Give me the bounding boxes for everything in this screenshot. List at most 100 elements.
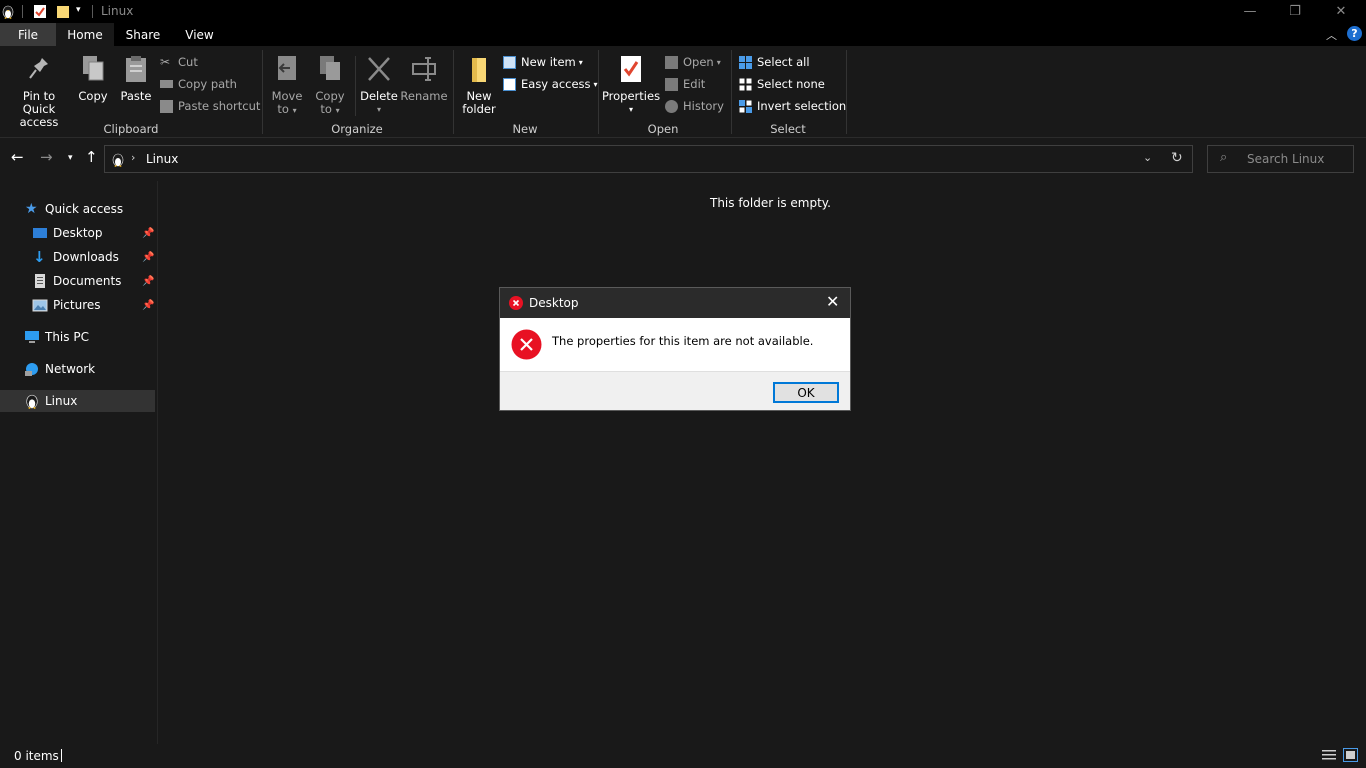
search-box[interactable]: ⌕ Search Linux <box>1207 145 1354 173</box>
nav-this-pc-label: This PC <box>45 330 89 344</box>
close-window-button[interactable]: ✕ <box>1318 0 1364 23</box>
breadcrumb-linux[interactable]: Linux <box>146 152 178 166</box>
new-item-button[interactable]: New item ▾ <box>503 53 583 71</box>
back-arrow-icon[interactable]: ← <box>11 148 24 166</box>
up-arrow-icon[interactable]: ↑ <box>85 148 98 166</box>
tab-file[interactable]: File <box>0 23 56 46</box>
customize-qat-chevron-icon[interactable]: ▾ <box>76 5 81 15</box>
forward-arrow-icon[interactable]: → <box>40 148 53 166</box>
nav-desktop-label: Desktop <box>53 226 103 240</box>
edit-label: Edit <box>683 77 706 91</box>
delete-button[interactable]: Delete ▾ <box>360 54 398 116</box>
delete-chevron-icon: ▾ <box>376 105 381 114</box>
properties-label: Properties <box>601 89 661 103</box>
invert-selection-icon <box>739 99 752 113</box>
nav-linux[interactable]: Linux <box>0 390 155 412</box>
dialog-message: The properties for this item are not ava… <box>552 334 814 348</box>
properties-icon <box>621 56 641 82</box>
move-to-button[interactable]: Move to ▾ <box>270 54 304 117</box>
tab-share[interactable]: Share <box>114 23 172 46</box>
select-all-button[interactable]: Select all <box>739 53 810 71</box>
pictures-icon <box>32 299 48 312</box>
copy-to-label-2-wrap: to ▾ <box>320 103 339 117</box>
clipboard-group-label: Clipboard <box>103 122 159 136</box>
invert-selection-button[interactable]: Invert selection <box>739 97 846 115</box>
breadcrumb-chevron-icon[interactable]: › <box>131 151 135 164</box>
file-list-area[interactable]: This folder is empty. <box>159 181 1366 744</box>
minimize-button[interactable]: — <box>1227 0 1273 23</box>
linux-penguin-icon[interactable] <box>1 4 15 19</box>
pin-icon[interactable]: 📌 <box>142 228 154 239</box>
new-group-label: New <box>512 122 538 136</box>
address-bar[interactable]: › Linux ⌄ ↻ <box>104 145 1193 173</box>
copy-to-chevron-icon: ▾ <box>335 106 340 115</box>
copy-to-button[interactable]: Copy to ▾ <box>313 54 347 117</box>
copy-path-button[interactable]: Copy path <box>160 75 237 93</box>
scissors-icon: ✂ <box>160 54 171 69</box>
paste-shortcut-button[interactable]: Paste shortcut <box>160 97 260 115</box>
nav-this-pc[interactable]: This PC <box>0 326 155 348</box>
new-folder-qat-icon[interactable] <box>56 4 70 19</box>
properties-button[interactable]: Properties ▾ <box>601 54 661 116</box>
paste-label: Paste <box>120 89 152 103</box>
collapse-ribbon-chevron-icon[interactable]: ︿ <box>1326 27 1337 43</box>
restore-button[interactable]: ❐ <box>1272 0 1318 23</box>
group-separator <box>731 50 732 134</box>
new-folder-button[interactable]: New folder <box>460 54 498 116</box>
properties-qat-icon[interactable] <box>33 4 47 19</box>
dialog-close-icon[interactable]: ✕ <box>826 292 839 311</box>
delete-x-icon <box>368 57 390 81</box>
nav-network[interactable]: Network <box>0 358 155 380</box>
recent-locations-chevron-icon[interactable]: ▾ <box>68 153 73 163</box>
documents-icon <box>35 274 45 288</box>
nav-documents[interactable]: Documents 📌 <box>0 270 155 292</box>
rename-button[interactable]: Rename <box>400 54 448 103</box>
rename-icon <box>412 57 436 81</box>
copy-path-label: Copy path <box>178 77 237 91</box>
open-icon <box>665 55 678 69</box>
select-none-button[interactable]: Select none <box>739 75 825 93</box>
nav-desktop[interactable]: Desktop 📌 <box>0 222 155 244</box>
edit-icon <box>665 77 678 91</box>
pin-icon[interactable]: 📌 <box>142 252 154 263</box>
address-history-chevron-icon[interactable]: ⌄ <box>1143 151 1152 164</box>
nav-linux-label: Linux <box>45 394 78 408</box>
delete-label: Delete <box>360 89 398 103</box>
large-icons-view-icon[interactable] <box>1343 748 1358 762</box>
easy-access-button[interactable]: Easy access ▾ <box>503 75 598 93</box>
ok-button[interactable]: OK <box>773 382 839 403</box>
network-icon <box>25 363 38 376</box>
cut-button[interactable]: ✂ Cut <box>160 53 198 71</box>
pin-to-quick-access-button[interactable]: Pin to Quick access <box>6 54 72 129</box>
nav-downloads[interactable]: ↓ Downloads 📌 <box>0 246 155 268</box>
refresh-icon[interactable]: ↻ <box>1171 150 1183 166</box>
new-item-icon <box>503 55 516 69</box>
move-to-label-2-wrap: to ▾ <box>277 103 296 117</box>
nav-quick-access[interactable]: ★ Quick access <box>0 198 155 220</box>
pin-icon[interactable]: 📌 <box>142 300 154 311</box>
details-view-icon[interactable] <box>1322 749 1336 761</box>
select-all-icon <box>739 55 752 69</box>
paste-shortcut-label: Paste shortcut <box>178 99 261 113</box>
edit-button[interactable]: Edit <box>665 75 705 93</box>
pin-label-line-1: Pin to Quick <box>22 89 56 116</box>
address-row: ← → ▾ ↑ › Linux ⌄ ↻ ⌕ Search Linux <box>0 139 1366 181</box>
qat-separator <box>92 5 93 18</box>
item-count: 0 items <box>14 749 59 763</box>
copy-button[interactable]: Copy <box>78 54 108 103</box>
group-separator <box>262 50 263 134</box>
nav-downloads-label: Downloads <box>53 250 119 264</box>
open-button[interactable]: Open ▾ <box>665 53 721 71</box>
group-separator <box>846 50 847 134</box>
tab-home[interactable]: Home <box>56 23 114 46</box>
paste-button[interactable]: Paste <box>119 54 153 103</box>
pin-icon[interactable]: 📌 <box>142 276 154 287</box>
nav-pictures[interactable]: Pictures 📌 <box>0 294 155 316</box>
help-icon[interactable]: ? <box>1347 26 1362 41</box>
history-icon <box>665 99 678 113</box>
status-separator <box>61 749 62 762</box>
dialog-title-bar[interactable]: Desktop ✕ <box>500 288 850 318</box>
history-button[interactable]: History <box>665 97 724 115</box>
search-placeholder: Search Linux <box>1247 152 1325 166</box>
tab-view[interactable]: View <box>172 23 227 46</box>
